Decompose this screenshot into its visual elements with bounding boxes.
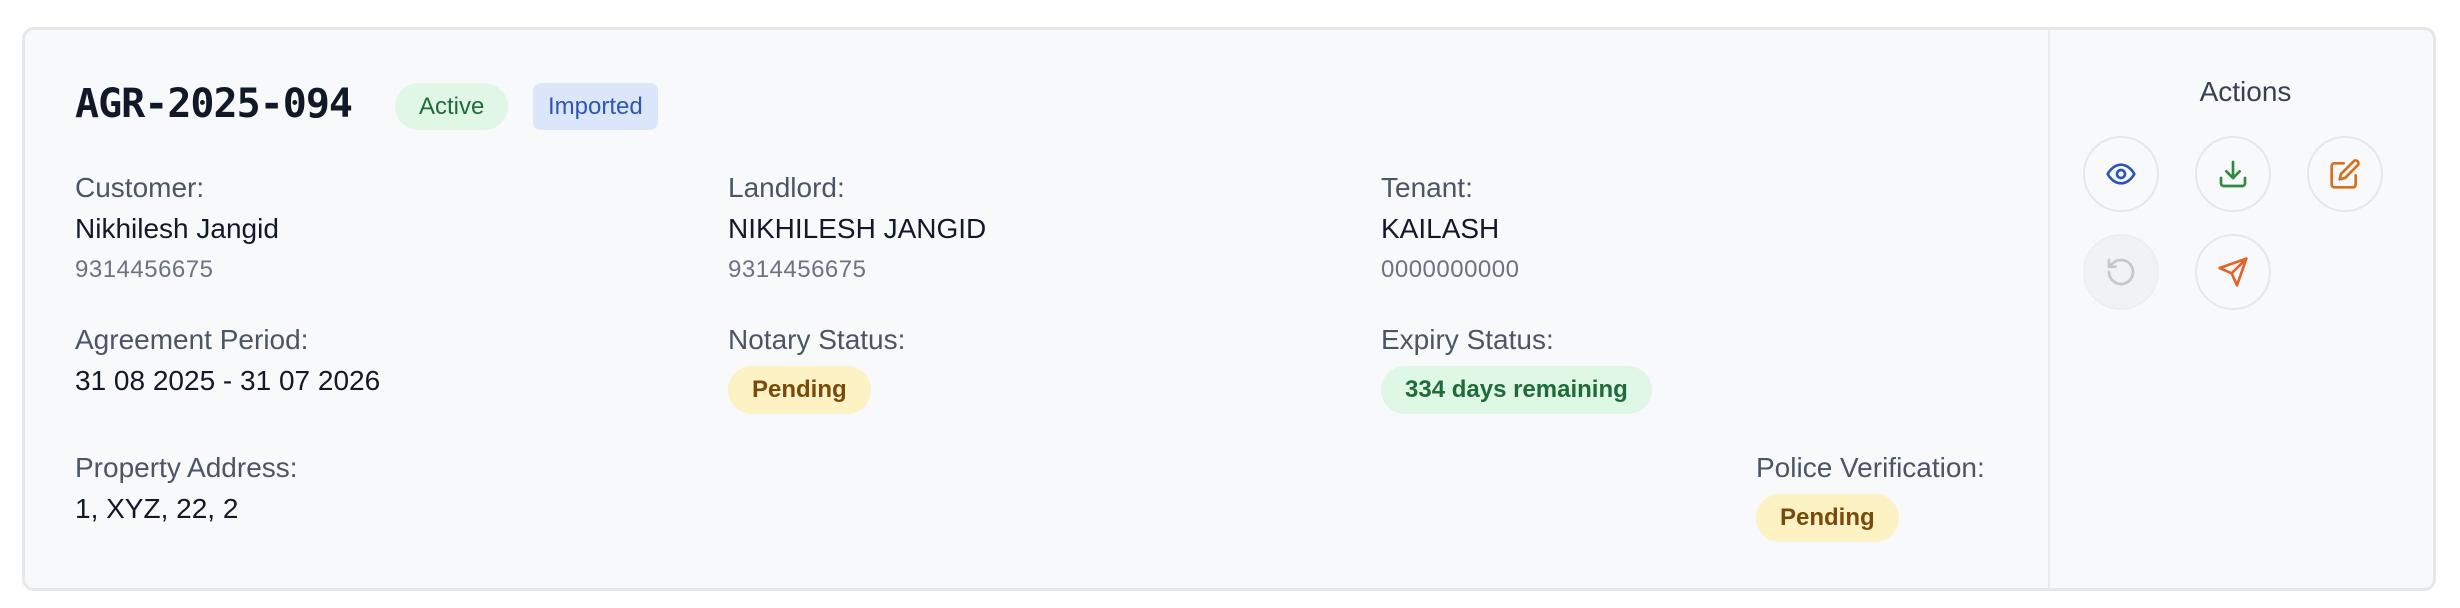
customer-label: Customer:: [75, 172, 205, 203]
customer-phone: 9314456675: [75, 256, 214, 283]
status-badge: Active: [395, 83, 509, 130]
notary-status-badge: Pending: [728, 366, 871, 414]
property-address-value: 1, XYZ, 22, 2: [75, 493, 239, 524]
notary-status-label: Notary Status:: [728, 324, 906, 355]
source-badge: Imported: [533, 83, 658, 130]
expiry-status-label: Expiry Status:: [1381, 324, 1554, 355]
tenant-label: Tenant:: [1381, 172, 1473, 203]
undo-icon: [2107, 258, 2135, 286]
agreement-period-value: 31 08 2025 - 31 07 2026: [75, 365, 381, 396]
tenant-name: KAILASH: [1381, 213, 1500, 244]
edit-icon: [2330, 159, 2360, 189]
police-verification-badge: Pending: [1756, 494, 1899, 542]
view-button[interactable]: [2083, 136, 2159, 212]
agreement-card: AGR-2025-094 Active Imported Customer: N…: [22, 27, 2436, 591]
actions-title: Actions: [2199, 76, 2292, 107]
download-button[interactable]: [2195, 136, 2271, 212]
download-icon: [2219, 160, 2247, 188]
agreement-period-label: Agreement Period:: [75, 324, 309, 355]
agreement-id: AGR-2025-094: [75, 81, 353, 127]
eye-icon: [2106, 163, 2136, 185]
landlord-phone: 9314456675: [728, 256, 867, 283]
police-verification-label: Police Verification:: [1756, 452, 1985, 483]
landlord-label: Landlord:: [728, 172, 845, 203]
expiry-status-badge: 334 days remaining: [1381, 366, 1652, 414]
send-button[interactable]: [2195, 234, 2271, 310]
edit-button[interactable]: [2307, 136, 2383, 212]
actions-panel: Actions: [2048, 30, 2433, 588]
landlord-name: NIKHILESH JANGID: [728, 213, 987, 244]
customer-name: Nikhilesh Jangid: [75, 213, 279, 244]
send-icon: [2218, 257, 2248, 287]
property-address-label: Property Address:: [75, 452, 298, 483]
tenant-phone: 0000000000: [1381, 256, 1520, 283]
undo-button[interactable]: [2083, 234, 2159, 310]
